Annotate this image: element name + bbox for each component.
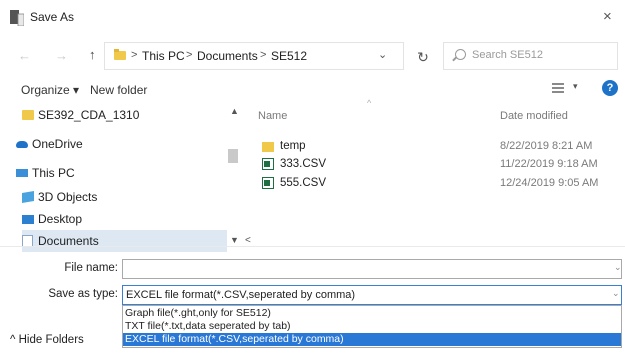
file-date: 11/22/2019 9:18 AM — [500, 158, 598, 170]
window-title: Save As — [30, 10, 75, 24]
breadcrumb-se512[interactable]: SE512 — [271, 49, 307, 63]
breadcrumb-documents[interactable]: Documents — [197, 49, 258, 63]
nav-item-label: This PC — [32, 166, 75, 180]
csv-file-icon — [262, 158, 274, 170]
up-button[interactable]: ↑ — [89, 47, 96, 62]
file-name: 555.CSV — [280, 177, 327, 189]
view-options-icon[interactable] — [552, 82, 564, 93]
file-name-field[interactable] — [122, 259, 622, 279]
nav-scrollbar-thumb[interactable] — [228, 149, 238, 163]
3d-objects-icon — [22, 190, 34, 204]
nav-item-label: SE392_CDA_1310 — [38, 108, 140, 122]
breadcrumb-separator: > — [131, 49, 138, 61]
file-name: temp — [280, 140, 306, 152]
nav-item-desktop[interactable]: Desktop — [22, 208, 232, 230]
breadcrumb-this-pc[interactable]: This PC — [142, 49, 185, 63]
help-icon[interactable]: ? — [602, 80, 618, 96]
refresh-button[interactable]: ↻ — [412, 46, 434, 68]
nav-item-label: Desktop — [38, 212, 83, 226]
address-dropdown-icon[interactable]: ⌄ — [378, 48, 387, 61]
nav-item-3d-objects[interactable]: 3D Objects — [22, 186, 232, 208]
pc-icon — [16, 169, 28, 177]
file-row-temp[interactable]: temp 8/22/2019 8:21 AM — [262, 138, 622, 156]
sort-indicator-icon: ^ — [367, 98, 372, 108]
nav-item-onedrive[interactable]: OneDrive — [16, 133, 226, 155]
nav-item-documents[interactable]: Documents — [22, 230, 227, 252]
file-date: 8/22/2019 8:21 AM — [500, 140, 593, 152]
nav-item-label: OneDrive — [32, 137, 83, 151]
type-option-txt[interactable]: TXT file(*.txt,data seperated by tab) — [123, 320, 621, 333]
column-header-date-modified[interactable]: Date modified — [500, 110, 568, 122]
file-row-555-csv[interactable]: 555.CSV 12/24/2019 9:05 AM — [262, 175, 622, 193]
save-as-app-icon — [10, 10, 24, 26]
type-option-graph[interactable]: Graph file(*.ght,only for SE512) — [123, 307, 621, 320]
nav-scroll-up-button[interactable]: ▲ — [230, 106, 239, 116]
breadcrumb-separator: > — [186, 49, 193, 61]
nav-item-label: 3D Objects — [38, 190, 98, 204]
divider — [0, 246, 625, 247]
file-name-dropdown-icon[interactable]: ⌄ — [614, 262, 622, 273]
folder-icon — [262, 142, 274, 152]
view-dropdown-button[interactable]: ▾ — [573, 81, 578, 92]
forward-button[interactable]: → — [55, 48, 68, 63]
hide-folders-button[interactable]: ^ Hide Folders — [10, 334, 84, 346]
back-button[interactable]: ← — [18, 48, 31, 63]
save-as-type-dropdown-icon[interactable]: ⌄ — [612, 288, 620, 299]
save-as-type-label: Save as type: — [48, 288, 118, 300]
save-as-type-options: Graph file(*.ght,only for SE512) TXT fil… — [122, 305, 622, 348]
new-folder-button[interactable]: New folder — [90, 83, 147, 97]
nav-item-this-pc[interactable]: This PC — [16, 162, 226, 184]
type-option-excel-csv[interactable]: EXCEL file format(*.CSV,seperated by com… — [123, 333, 621, 346]
breadcrumb-separator: > — [260, 49, 267, 61]
hscroll-left-button[interactable]: < — [245, 235, 251, 246]
onedrive-icon — [16, 141, 28, 148]
title-bar — [0, 0, 625, 38]
organize-button[interactable]: Organize ▾ — [21, 83, 79, 97]
desktop-icon — [22, 215, 34, 224]
file-row-333-csv[interactable]: 333.CSV 11/22/2019 9:18 AM — [262, 156, 622, 174]
nav-item-se392-cda-1310[interactable]: SE392_CDA_1310 — [22, 104, 232, 126]
save-as-type-select[interactable]: EXCEL file format(*.CSV,seperated by com… — [122, 285, 622, 305]
folder-icon — [114, 49, 126, 60]
file-name-label: File name: — [64, 262, 118, 274]
column-header-name[interactable]: Name — [258, 110, 287, 122]
nav-scroll-down-button[interactable]: ▼ — [230, 235, 239, 245]
file-date: 12/24/2019 9:05 AM — [500, 177, 599, 189]
search-placeholder: Search SE512 — [472, 49, 543, 61]
csv-file-icon — [262, 177, 274, 189]
file-name: 333.CSV — [280, 158, 327, 170]
close-button[interactable]: × — [603, 8, 612, 25]
folder-icon — [22, 110, 34, 120]
search-icon — [455, 49, 466, 60]
